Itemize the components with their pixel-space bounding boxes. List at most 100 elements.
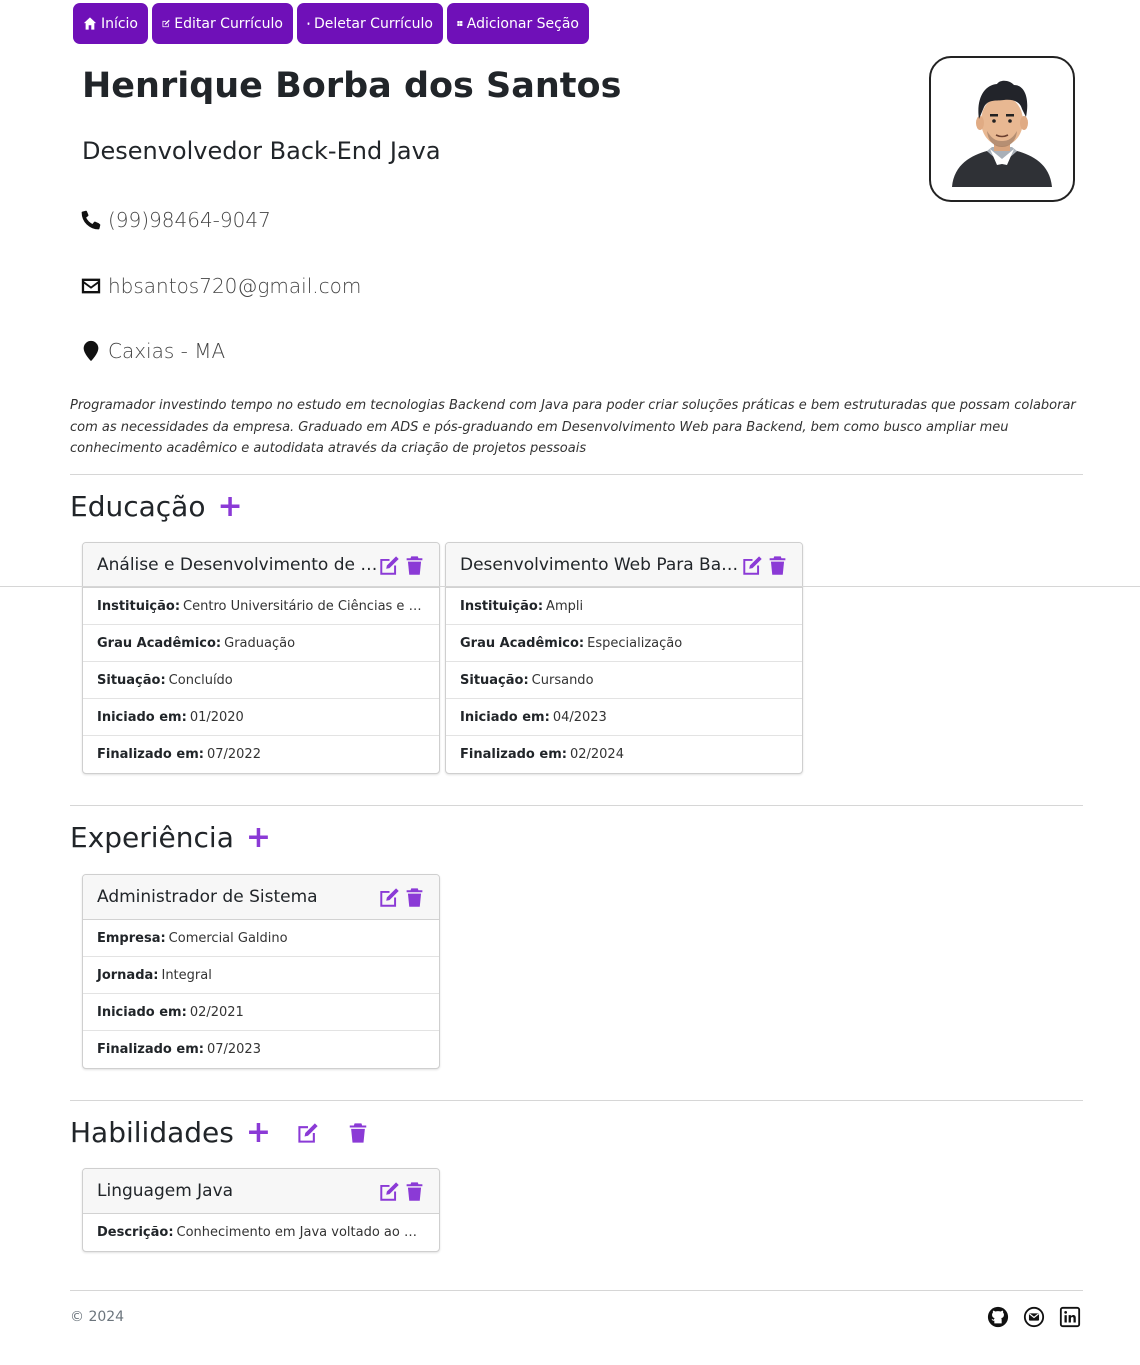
edit-resume-button[interactable]: Editar Currículo xyxy=(152,3,293,44)
row-value: Conhecimento em Java voltado ao de... xyxy=(176,1225,425,1240)
list-item: Finalizado em: 07/2023 xyxy=(83,1031,439,1068)
row-label: Situação: xyxy=(460,672,529,688)
row-label: Grau Acadêmico: xyxy=(97,635,222,651)
trash-icon[interactable] xyxy=(404,1181,425,1202)
list-item: Situação: Cursando xyxy=(446,662,802,699)
row-label: Descrição: xyxy=(97,1225,174,1240)
education-section-title: Educação + xyxy=(70,490,243,523)
skill-card: Linguagem Java Descrição: Conhecimento em… xyxy=(82,1168,440,1252)
github-icon[interactable] xyxy=(987,1306,1009,1328)
footer-copyright: © 2024 xyxy=(70,1309,125,1325)
divider xyxy=(70,805,1083,806)
divider xyxy=(70,1290,1083,1291)
row-label: Finalizado em: xyxy=(97,1042,204,1057)
edit-icon[interactable] xyxy=(379,887,400,908)
add-skill-icon[interactable]: + xyxy=(246,1117,271,1148)
list-item: Empresa: Comercial Galdino xyxy=(83,920,439,957)
row-value: 02/2024 xyxy=(569,747,624,762)
row-value: Graduação xyxy=(224,635,296,651)
card-header: Administrador de Sistema xyxy=(83,875,439,920)
footer-social-links xyxy=(987,1306,1081,1328)
avatar xyxy=(929,56,1075,202)
avatar-illustration xyxy=(952,80,1052,187)
add-section-button[interactable]: Adicionar Seção xyxy=(447,3,589,44)
divider xyxy=(70,474,1083,475)
home-icon xyxy=(83,17,97,30)
edit-skills-icon[interactable] xyxy=(297,1122,319,1144)
row-value: Cursando xyxy=(531,672,594,688)
card-header: Análise e Desenvolvimento de S... xyxy=(83,543,439,588)
edit-icon[interactable] xyxy=(379,555,400,576)
edit-icon[interactable] xyxy=(742,555,763,576)
card-title: Desenvolvimento Web Para Bac... xyxy=(460,555,742,575)
phone-contact: (99)98464-9047 xyxy=(80,208,271,232)
list-item: Finalizado em: 07/2022 xyxy=(83,736,439,773)
row-value: Concluído xyxy=(168,672,233,688)
phone-text: (99)98464-9047 xyxy=(108,208,271,232)
row-value: 07/2022 xyxy=(206,747,261,762)
add-section-label: Adicionar Seção xyxy=(466,15,579,32)
skills-title-text: Habilidades xyxy=(70,1116,234,1149)
home-button[interactable]: Início xyxy=(73,3,148,44)
card-header: Linguagem Java xyxy=(83,1169,439,1214)
edit-icon xyxy=(162,19,170,28)
row-label: Jornada: xyxy=(97,967,159,983)
top-nav: Início Editar Currículo Deletar Currícul… xyxy=(73,3,589,44)
location-contact: Caxias - MA xyxy=(80,339,225,363)
row-label: Finalizado em: xyxy=(460,747,567,762)
email-icon[interactable] xyxy=(1023,1306,1045,1328)
card-actions xyxy=(379,887,425,908)
location-text: Caxias - MA xyxy=(108,339,226,363)
list-item: Iniciado em: 04/2023 xyxy=(446,699,802,736)
row-value: Integral xyxy=(161,967,212,983)
delete-resume-button[interactable]: Deletar Currículo xyxy=(297,3,443,44)
row-value: Comercial Galdino xyxy=(168,930,288,946)
row-label: Empresa: xyxy=(97,930,166,946)
list-item: Iniciado em: 01/2020 xyxy=(83,699,439,736)
trash-icon[interactable] xyxy=(404,555,425,576)
edit-icon[interactable] xyxy=(379,1181,400,1202)
add-experience-icon[interactable]: + xyxy=(246,822,271,853)
trash-icon[interactable] xyxy=(404,887,425,908)
add-education-icon[interactable]: + xyxy=(217,491,242,522)
row-label: Grau Acadêmico: xyxy=(460,635,585,651)
experience-section-title: Experiência + xyxy=(70,821,271,854)
trash-icon[interactable] xyxy=(767,555,788,576)
list-item: Situação: Concluído xyxy=(83,662,439,699)
card-actions xyxy=(379,1181,425,1202)
education-title-text: Educação xyxy=(70,490,206,523)
education-card: Desenvolvimento Web Para Bac... Institui… xyxy=(445,542,803,774)
row-label: Iniciado em: xyxy=(97,709,187,725)
delete-resume-label: Deletar Currículo xyxy=(314,15,433,32)
list-item: Jornada: Integral xyxy=(83,957,439,994)
trash-icon xyxy=(307,22,310,25)
email-text: hbsantos720@gmail.com xyxy=(108,274,362,298)
skills-section-title: Habilidades + xyxy=(70,1116,369,1149)
profile-summary: Programador investindo tempo no estudo e… xyxy=(70,398,1076,456)
card-header: Desenvolvimento Web Para Bac... xyxy=(446,543,802,588)
list-item: Descrição: Conhecimento em Java voltado a… xyxy=(83,1214,439,1251)
card-actions xyxy=(742,555,788,576)
education-card: Análise e Desenvolvimento de S... Instit… xyxy=(82,542,440,774)
row-value: 07/2023 xyxy=(206,1042,261,1057)
list-item: Instituição: Ampli xyxy=(446,588,802,625)
divider xyxy=(0,586,1140,587)
home-button-label: Início xyxy=(100,15,138,32)
envelope-icon xyxy=(81,278,101,294)
divider xyxy=(70,1100,1083,1101)
card-title: Linguagem Java xyxy=(97,1181,234,1201)
experience-title-text: Experiência xyxy=(70,821,234,854)
delete-skills-icon[interactable] xyxy=(347,1122,369,1144)
edit-resume-label: Editar Currículo xyxy=(174,15,283,32)
linkedin-icon[interactable] xyxy=(1059,1306,1081,1328)
list-item: Grau Acadêmico: Especialização xyxy=(446,625,802,662)
row-value: Centro Universitário de Ciências e Te... xyxy=(183,598,425,614)
row-label: Instituição: xyxy=(460,598,544,614)
list-item: Grau Acadêmico: Graduação xyxy=(83,625,439,662)
email-contact: hbsantos720@gmail.com xyxy=(80,274,361,298)
row-label: Situação: xyxy=(97,672,166,688)
row-value: Especialização xyxy=(587,635,683,651)
card-actions xyxy=(379,555,425,576)
row-value: Ampli xyxy=(546,598,584,614)
row-value: 04/2023 xyxy=(552,709,607,725)
